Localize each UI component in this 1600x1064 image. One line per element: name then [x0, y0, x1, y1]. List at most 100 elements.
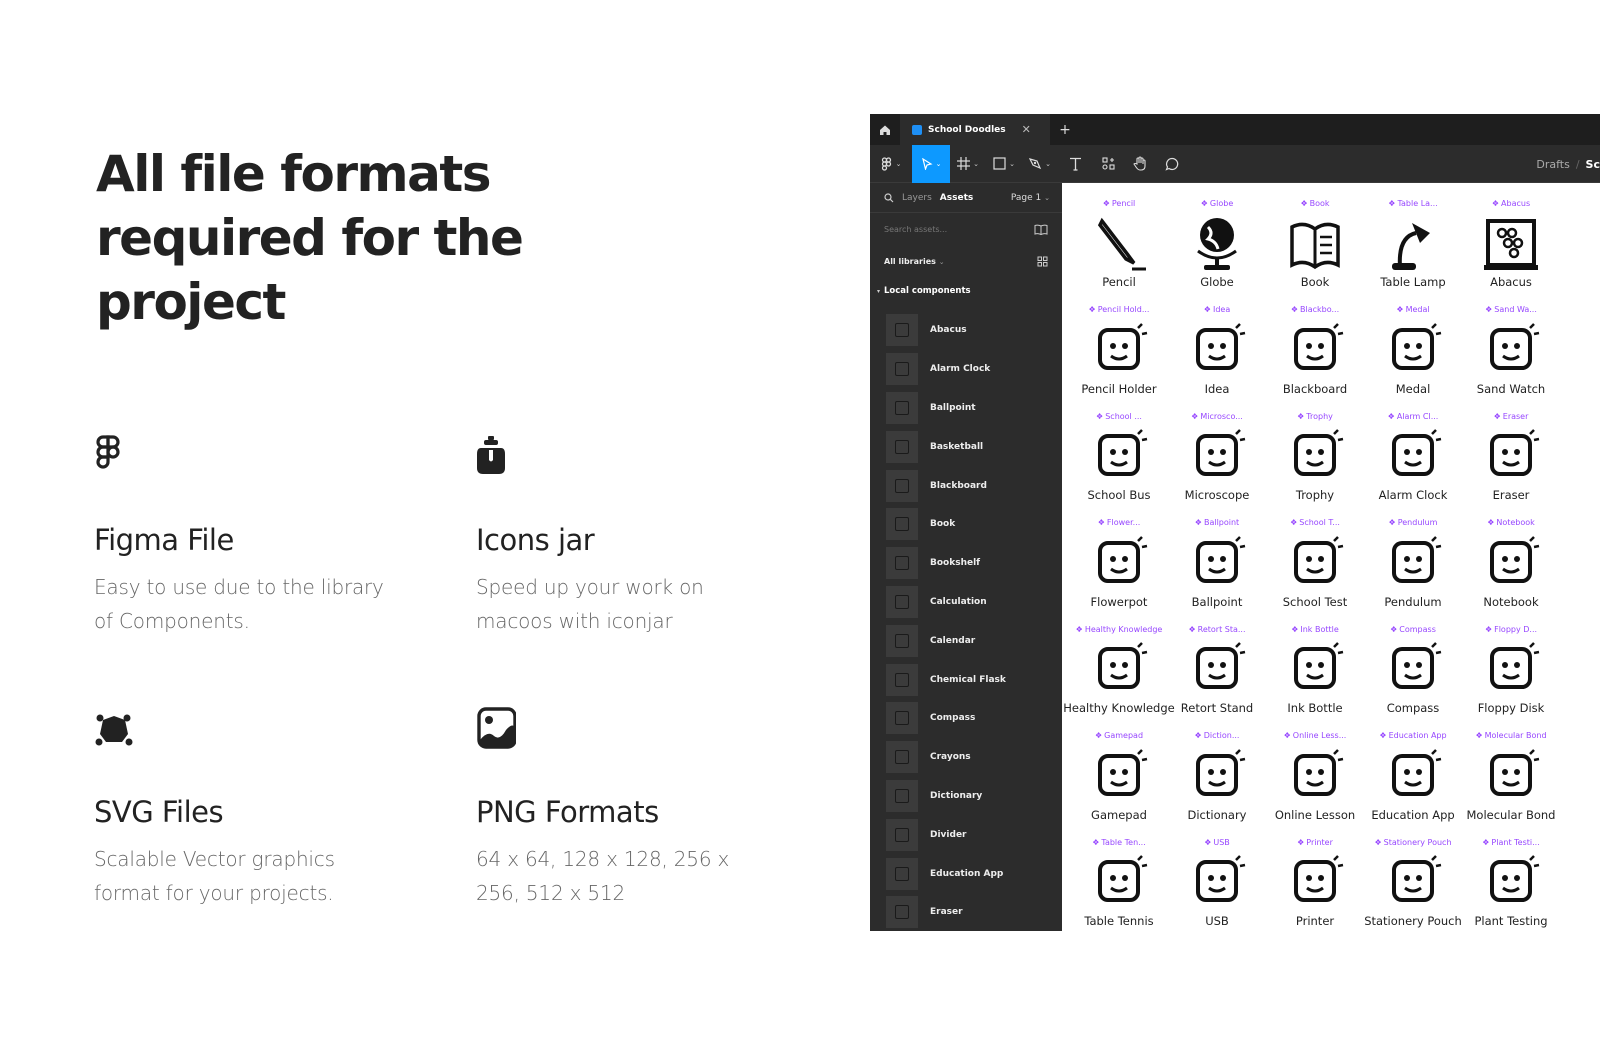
component-card[interactable]: ❖ School T... School Test [1266, 517, 1364, 624]
component-card[interactable]: ❖ Pencil Hold... Pencil Holder [1070, 304, 1168, 411]
component-tag[interactable]: ❖ Table La... [1388, 197, 1437, 209]
component-tag[interactable]: ❖ Eraser [1494, 410, 1529, 422]
tab-layers[interactable]: Layers [902, 193, 932, 203]
component-tag[interactable]: ❖ Medal [1396, 304, 1429, 316]
breadcrumb-current[interactable]: Sc [1586, 158, 1600, 171]
component-tag[interactable]: ❖ School T... [1290, 517, 1340, 529]
tab-assets[interactable]: Assets [940, 193, 973, 203]
canvas[interactable]: ❖ Pencil Pencil ❖ Globe Globe ❖ Book Book ❖ Table … [1062, 183, 1600, 931]
component-card[interactable]: ❖ Blackbo... Blackboard [1266, 304, 1364, 411]
component-card[interactable]: ❖ Sand Wa... Sand Watch [1462, 304, 1560, 411]
component-list-item[interactable]: Ballpoint [870, 389, 1062, 428]
component-tag[interactable]: ❖ Idea [1204, 304, 1230, 316]
component-card[interactable]: ❖ Microsco... Microscope [1168, 410, 1266, 517]
component-tag[interactable]: ❖ Plant Testi... [1482, 836, 1539, 848]
component-card[interactable]: ❖ Globe Globe [1168, 197, 1266, 304]
component-card[interactable]: ❖ Printer Printer [1266, 836, 1364, 931]
component-list-item[interactable]: Alarm Clock [870, 350, 1062, 389]
search-assets-input[interactable]: Search assets... [884, 225, 947, 234]
pen-tool-button[interactable]: ⌄ [1022, 145, 1058, 183]
component-tag[interactable]: ❖ Floppy D... [1485, 623, 1537, 635]
library-book-icon[interactable] [1034, 224, 1048, 235]
component-list-item[interactable]: Basketball [870, 427, 1062, 466]
component-tag[interactable]: ❖ School ... [1096, 410, 1142, 422]
component-card[interactable]: ❖ Molecular Bond Molecular Bond [1462, 730, 1560, 837]
component-tag[interactable]: ❖ Abacus [1492, 197, 1530, 209]
component-tag[interactable]: ❖ Trophy [1297, 410, 1333, 422]
component-tag[interactable]: ❖ Flower... [1098, 517, 1141, 529]
component-tag[interactable]: ❖ Healthy Knowledge [1076, 623, 1163, 635]
component-card[interactable]: ❖ Medal Medal [1364, 304, 1462, 411]
component-card[interactable]: ❖ Table La... Table Lamp [1364, 197, 1462, 304]
component-tag[interactable]: ❖ Pendulum [1389, 517, 1438, 529]
component-card[interactable]: ❖ Retort Sta... Retort Stand [1168, 623, 1266, 730]
component-tag[interactable]: ❖ Compass [1390, 623, 1436, 635]
component-list-item[interactable]: Chemical Flask [870, 660, 1062, 699]
component-card[interactable]: ❖ Idea Idea [1168, 304, 1266, 411]
component-tag[interactable]: ❖ Alarm Cl... [1388, 410, 1439, 422]
component-list-item[interactable]: Eraser [870, 893, 1062, 931]
component-list-item[interactable]: Bookshelf [870, 544, 1062, 583]
component-card[interactable]: ❖ Stationery Pouch Stationery Pouch [1364, 836, 1462, 931]
component-card[interactable]: ❖ Ink Bottle Ink Bottle [1266, 623, 1364, 730]
component-card[interactable]: ❖ Ballpoint Ballpoint [1168, 517, 1266, 624]
home-button[interactable] [870, 114, 900, 145]
component-tag[interactable]: ❖ Microsco... [1191, 410, 1243, 422]
page-selector[interactable]: Page 1 ⌄ [1011, 193, 1050, 203]
move-tool-button[interactable]: ⌄ [912, 144, 950, 183]
component-list-item[interactable]: Blackboard [870, 466, 1062, 505]
component-card[interactable]: ❖ Education App Education App [1364, 730, 1462, 837]
component-list-item[interactable]: Dictionary [870, 777, 1062, 816]
component-tag[interactable]: ❖ Pencil [1103, 197, 1136, 209]
component-card[interactable]: ❖ Eraser Eraser [1462, 410, 1560, 517]
component-card[interactable]: ❖ Trophy Trophy [1266, 410, 1364, 517]
component-card[interactable]: ❖ School ... School Bus [1070, 410, 1168, 517]
grid-view-icon[interactable] [1037, 256, 1048, 267]
component-card[interactable]: ❖ Notebook Notebook [1462, 517, 1560, 624]
component-tag[interactable]: ❖ Globe [1201, 197, 1234, 209]
tab-school-doodles[interactable]: School Doodles ✕ [900, 114, 1050, 145]
component-tag[interactable]: ❖ USB [1204, 836, 1230, 848]
component-card[interactable]: ❖ Diction... Dictionary [1168, 730, 1266, 837]
component-card[interactable]: ❖ Plant Testi... Plant Testing [1462, 836, 1560, 931]
component-tag[interactable]: ❖ Gamepad [1095, 730, 1143, 742]
component-tag[interactable]: ❖ Ink Bottle [1291, 623, 1339, 635]
component-tag[interactable]: ❖ Diction... [1195, 730, 1240, 742]
component-tag[interactable]: ❖ Retort Sta... [1188, 623, 1245, 635]
text-tool-button[interactable] [1058, 145, 1092, 183]
all-libraries-dropdown[interactable]: All libraries ⌄ [884, 257, 945, 266]
component-tag[interactable]: ❖ Notebook [1487, 517, 1535, 529]
component-tag[interactable]: ❖ Online Less... [1284, 730, 1347, 742]
component-card[interactable]: ❖ Alarm Cl... Alarm Clock [1364, 410, 1462, 517]
component-card[interactable]: ❖ Floppy D... Floppy Disk [1462, 623, 1560, 730]
component-tag[interactable]: ❖ Book [1300, 197, 1329, 209]
new-tab-button[interactable]: + [1050, 114, 1080, 145]
component-list-item[interactable]: Crayons [870, 738, 1062, 777]
search-icon[interactable] [884, 192, 894, 203]
breadcrumb-drafts[interactable]: Drafts [1536, 158, 1569, 171]
component-card[interactable]: ❖ Flower... Flowerpot [1070, 517, 1168, 624]
component-tag[interactable]: ❖ Sand Wa... [1485, 304, 1537, 316]
component-tag[interactable]: ❖ Table Ten... [1092, 836, 1146, 848]
component-list-item[interactable]: Calendar [870, 621, 1062, 660]
component-card[interactable]: ❖ Pencil Pencil [1070, 197, 1168, 304]
local-components-section[interactable]: ▾ Local components [870, 277, 1062, 305]
main-menu-button[interactable]: ⌄ [870, 145, 912, 183]
component-list-item[interactable]: Compass [870, 699, 1062, 738]
frame-tool-button[interactable]: ⌄ [950, 145, 986, 183]
component-card[interactable]: ❖ Book Book [1266, 197, 1364, 304]
component-card[interactable]: ❖ Pendulum Pendulum [1364, 517, 1462, 624]
component-card[interactable]: ❖ Gamepad Gamepad [1070, 730, 1168, 837]
close-tab-icon[interactable]: ✕ [1022, 123, 1031, 136]
hand-tool-button[interactable] [1124, 145, 1156, 183]
component-list-item[interactable]: Education App [870, 854, 1062, 893]
component-card[interactable]: ❖ Healthy Knowledge Healthy Knowledge [1063, 623, 1174, 730]
component-list-item[interactable]: Calculation [870, 583, 1062, 622]
component-tag[interactable]: ❖ Stationery Pouch [1374, 836, 1451, 848]
component-list-item[interactable]: Book [870, 505, 1062, 544]
comment-tool-button[interactable] [1156, 145, 1188, 183]
component-tag[interactable]: ❖ Pencil Hold... [1089, 304, 1150, 316]
component-card[interactable]: ❖ Table Ten... Table Tennis [1070, 836, 1168, 931]
component-card[interactable]: ❖ Compass Compass [1364, 623, 1462, 730]
component-tag[interactable]: ❖ Blackbo... [1291, 304, 1339, 316]
